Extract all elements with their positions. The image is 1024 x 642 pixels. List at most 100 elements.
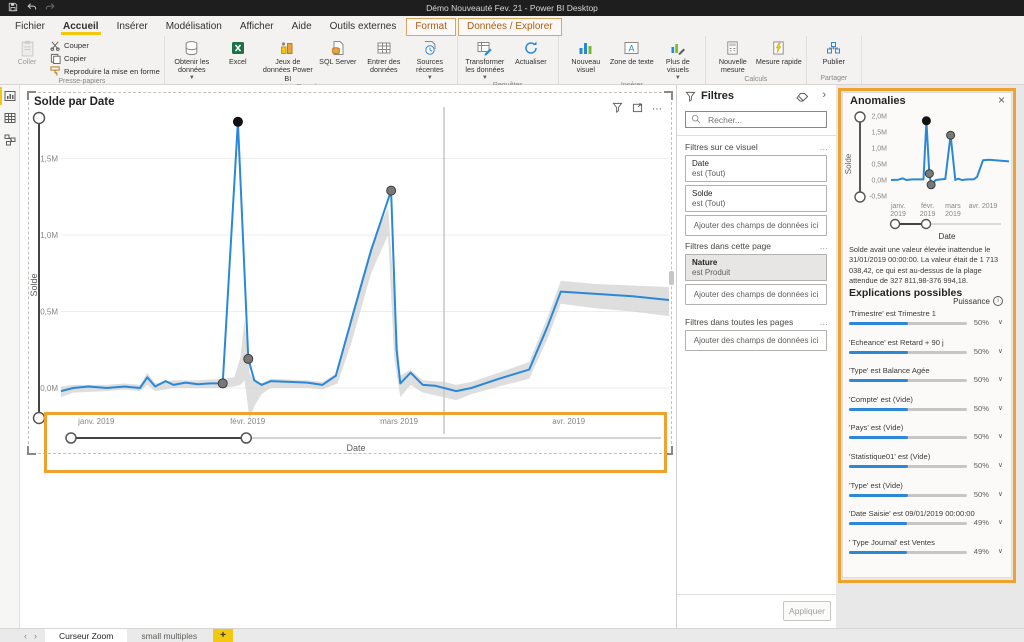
anomaly-marker-gray[interactable] bbox=[925, 170, 933, 178]
section-more-icon[interactable]: … bbox=[820, 317, 830, 327]
ribbon-button-mesure-rapide[interactable]: Mesure rapide bbox=[756, 38, 802, 66]
menu-tab-outils-externes[interactable]: Outils externes bbox=[321, 18, 406, 36]
zoom-slider-handle[interactable] bbox=[241, 433, 251, 443]
y-zoom-slider-handle[interactable] bbox=[855, 112, 865, 122]
filter-card-date[interactable]: Dateest (Tout) bbox=[685, 155, 827, 182]
y-tick-label: 1,0M bbox=[40, 231, 58, 240]
menu-tab-mod-lisation[interactable]: Modélisation bbox=[157, 18, 231, 36]
explanation-row[interactable]: 'Trimestre' est Trimestre 150%∨ bbox=[849, 309, 1005, 337]
anomaly-marker-gray[interactable] bbox=[947, 131, 955, 139]
anomaly-marker-black[interactable] bbox=[922, 117, 930, 125]
prev-page-icon[interactable]: ‹ bbox=[24, 631, 27, 641]
ribbon-button-sql-server[interactable]: SQL Server bbox=[315, 38, 361, 66]
filters-search[interactable] bbox=[685, 111, 827, 128]
chevron-down-icon[interactable]: ∨ bbox=[998, 375, 1003, 383]
filter-section-title: …Filtres dans toutes les pages bbox=[685, 317, 829, 327]
x-tick-label: avr. 2019 bbox=[552, 417, 585, 426]
ribbon-button-actualiser[interactable]: Actualiser bbox=[508, 38, 554, 66]
ribbon-button-sources-r-centes[interactable]: Sources récentes▼ bbox=[407, 38, 453, 81]
menu-tab-accueil[interactable]: Accueil bbox=[54, 18, 108, 36]
anomaly-marker-gray[interactable] bbox=[218, 379, 227, 388]
explanation-row[interactable]: ' Type Journal' est Ventes49%∨ bbox=[849, 538, 1005, 566]
chevron-down-icon[interactable]: ∨ bbox=[998, 318, 1003, 326]
filter-card-solde[interactable]: Soldeest (Tout) bbox=[685, 185, 827, 212]
page-tab-small-multiples[interactable]: small multiples bbox=[127, 629, 211, 642]
info-icon[interactable]: i bbox=[993, 296, 1003, 306]
explanation-row[interactable]: 'Type' est Balance Agée50%∨ bbox=[849, 366, 1005, 394]
filter-drop-zone[interactable]: Ajouter des champs de données ici bbox=[685, 330, 827, 351]
menu-tab-donn-es-explorer[interactable]: Données / Explorer bbox=[458, 18, 562, 36]
anomaly-description: Solde avait une valeur élevée inattendue… bbox=[849, 245, 1007, 286]
search-input[interactable] bbox=[706, 114, 820, 126]
add-page-button[interactable]: + bbox=[213, 629, 233, 642]
filter-card-nature[interactable]: Natureest Produit bbox=[685, 254, 827, 281]
ribbon-button-transformer-les-donn-es[interactable]: Transformer les données▼ bbox=[462, 38, 508, 81]
strength-percent: 50% bbox=[974, 432, 989, 441]
menu-tab-ins-rer[interactable]: Insérer bbox=[108, 18, 157, 36]
line-chart-visual[interactable]: Solde par Date ⋯ 1,5M1,0M0,5M0,0MSoldeja… bbox=[28, 92, 672, 454]
y-zoom-slider-handle[interactable] bbox=[34, 413, 45, 424]
filter-drop-zone[interactable]: Ajouter des champs de données ici bbox=[685, 215, 827, 236]
ribbon-button-nouveau-visuel[interactable]: Nouveau visuel bbox=[563, 38, 609, 75]
anomalies-pane: Anomalies × 2,0M1,5M1,0M0,5M0,0M-0,5MSol… bbox=[842, 92, 1012, 578]
ribbon-button-entrer-des-donn-es[interactable]: Entrer des données bbox=[361, 38, 407, 75]
chevron-down-icon[interactable]: ∨ bbox=[998, 432, 1003, 440]
filter-drop-zone[interactable]: Ajouter des champs de données ici bbox=[685, 284, 827, 305]
explanation-row[interactable]: 'Compte' est (Vide)50%∨ bbox=[849, 395, 1005, 423]
explanation-row[interactable]: 'Pays' est (Vide)50%∨ bbox=[849, 423, 1005, 451]
anomaly-marker-gray[interactable] bbox=[927, 181, 935, 189]
zoom-slider-handle[interactable] bbox=[922, 220, 931, 229]
menu-tab-format[interactable]: Format bbox=[406, 18, 456, 36]
menu-tab-aide[interactable]: Aide bbox=[283, 18, 321, 36]
ribbon-button-couper[interactable]: Couper bbox=[50, 40, 160, 51]
ribbon-button-obtenir-les-donn-es[interactable]: Obtenir les données▼ bbox=[169, 38, 215, 81]
menu-tab-fichier[interactable]: Fichier bbox=[6, 18, 54, 36]
anomaly-marker-gray[interactable] bbox=[244, 354, 253, 363]
collapse-pane-icon[interactable]: › bbox=[822, 89, 826, 101]
y-zoom-slider-handle[interactable] bbox=[34, 113, 45, 124]
line-chart: 1,5M1,0M0,5M0,0MSoldejanv. 2019févr. 201… bbox=[29, 93, 673, 455]
section-more-icon[interactable]: … bbox=[820, 142, 830, 152]
chevron-down-icon[interactable]: ∨ bbox=[998, 490, 1003, 498]
anomaly-marker-gray[interactable] bbox=[387, 186, 396, 195]
ribbon-button-copier[interactable]: Copier bbox=[50, 53, 160, 64]
view-report-view-icon[interactable] bbox=[0, 85, 20, 107]
page-nav-arrows[interactable]: ‹› bbox=[0, 629, 45, 642]
section-more-icon[interactable]: … bbox=[820, 241, 830, 251]
chevron-down-icon[interactable]: ∨ bbox=[998, 404, 1003, 412]
chevron-down-icon[interactable]: ∨ bbox=[998, 461, 1003, 469]
filters-pane: Filtres›…Filtres sur ce visuelDateest (T… bbox=[676, 85, 836, 628]
explanation-row[interactable]: 'Date Saisie' est 09/01/2019 00:00:0049%… bbox=[849, 509, 1005, 537]
explanation-row[interactable]: 'Echeance' est Retard + 90 j50%∨ bbox=[849, 338, 1005, 366]
eraser-icon[interactable] bbox=[796, 92, 808, 104]
search-icon bbox=[691, 114, 701, 126]
y-zoom-slider-handle[interactable] bbox=[855, 192, 865, 202]
zoom-slider-handle[interactable] bbox=[891, 220, 900, 229]
strength-bar bbox=[849, 351, 967, 354]
ribbon-button-plus-de-visuels[interactable]: Plus de visuels▼ bbox=[655, 38, 701, 81]
ribbon-button-coller[interactable]: Coller bbox=[4, 38, 50, 66]
report-canvas[interactable]: Solde par Date ⋯ 1,5M1,0M0,5M0,0MSoldeja… bbox=[20, 85, 676, 628]
ribbon-button-excel[interactable]: Excel bbox=[215, 38, 261, 66]
close-icon[interactable]: × bbox=[998, 93, 1005, 107]
ribbon-button-zone-de-texte[interactable]: AZone de texte bbox=[609, 38, 655, 66]
view-model-view-icon[interactable] bbox=[0, 129, 20, 151]
explanation-row[interactable]: 'Type' est (Vide)50%∨ bbox=[849, 481, 1005, 509]
ribbon-button-publier[interactable]: Publier bbox=[811, 38, 857, 66]
chevron-down-icon[interactable]: ∨ bbox=[998, 347, 1003, 355]
explanation-row[interactable]: 'Statistique01' est (Vide)50%∨ bbox=[849, 452, 1005, 480]
page-tab-curseur-zoom[interactable]: Curseur Zoom bbox=[45, 629, 127, 642]
anomaly-marker-black[interactable] bbox=[233, 117, 242, 126]
zoom-slider-handle[interactable] bbox=[66, 433, 76, 443]
chevron-down-icon[interactable]: ∨ bbox=[998, 547, 1003, 555]
report-view-icon bbox=[4, 90, 16, 102]
ribbon-button-reproduire-la-mise-en-forme[interactable]: Reproduire la mise en forme bbox=[50, 66, 160, 77]
ribbon-button-jeux-de-donn-es-power-bi[interactable]: Jeux de données Power BI bbox=[261, 38, 315, 83]
apply-button[interactable]: Appliquer bbox=[783, 601, 831, 621]
menu-tab-afficher[interactable]: Afficher bbox=[231, 18, 283, 36]
next-page-icon[interactable]: › bbox=[34, 631, 37, 641]
view-data-view-icon[interactable] bbox=[0, 107, 20, 129]
ribbon-button-nouvelle-mesure[interactable]: Nouvelle mesure bbox=[710, 38, 756, 75]
excel-icon bbox=[230, 40, 246, 56]
chevron-down-icon[interactable]: ∨ bbox=[998, 518, 1003, 526]
